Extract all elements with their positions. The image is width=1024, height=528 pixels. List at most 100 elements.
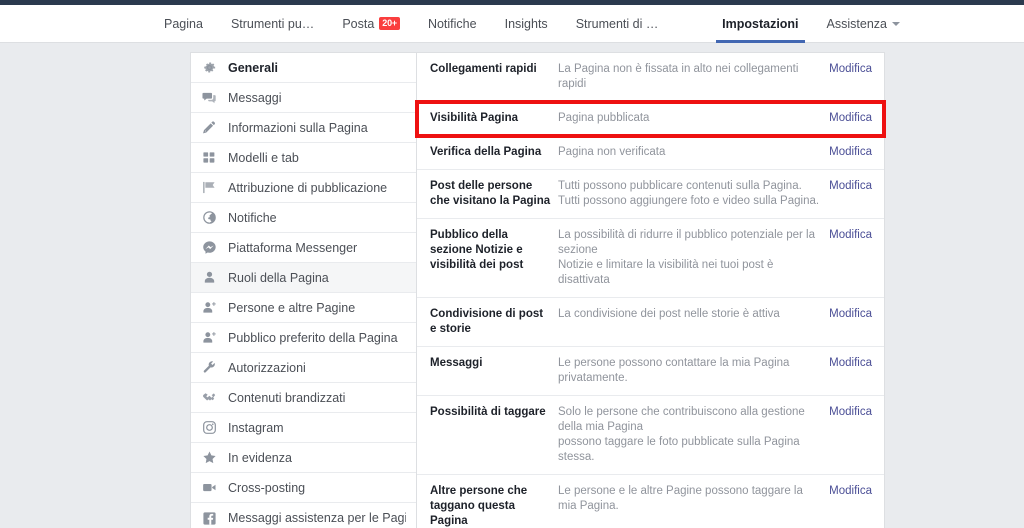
sidebar-item-label: Piattaforma Messenger — [228, 240, 358, 255]
settings-row: Visibilità Pagina Pagina pubblicata Modifi… — [417, 102, 884, 136]
nav-tab-assistenza[interactable]: Assistenza — [813, 5, 914, 42]
nav-tab-insights[interactable]: Insights — [491, 5, 562, 42]
settings-row-description: La condivisione dei post nelle storie è … — [558, 307, 829, 322]
settings-row-description-line: La condivisione dei post nelle storie è … — [558, 308, 780, 320]
sidebar-item-label: Messaggi assistenza per le Pagine — [228, 511, 406, 525]
instagram-icon — [202, 420, 217, 435]
sidebar-item-cross-posting[interactable]: Cross-posting — [191, 473, 416, 503]
messenger-icon — [202, 240, 217, 255]
settings-row-description: La possibilità di ridurre il pubblico po… — [558, 228, 829, 288]
sidebar-item-autorizzazioni[interactable]: Autorizzazioni — [191, 353, 416, 383]
settings-row: Post delle persone che visitano la Pagin… — [417, 170, 884, 219]
nav-tab-label: Strumenti pu… — [230, 16, 315, 31]
sidebar-item-generali[interactable]: Generali — [191, 53, 416, 83]
globe-icon — [202, 210, 217, 225]
settings-row-title: Verifica della Pagina — [430, 146, 542, 158]
nav-tab-notifiche[interactable]: Notifiche — [414, 5, 491, 42]
nav-tab-label: Insights — [504, 16, 548, 31]
sidebar-item-label: Autorizzazioni — [228, 360, 306, 375]
settings-row: Messaggi Le persone possono contattare la… — [417, 347, 884, 396]
nav-tab-pagina[interactable]: Pagina — [150, 5, 217, 42]
handshake-icon — [202, 390, 217, 405]
settings-row-description: Le persone possono contattare la mia Pag… — [558, 356, 829, 386]
nav-tab-label: Posta — [342, 16, 375, 31]
sidebar-item-notifiche[interactable]: Notifiche — [191, 203, 416, 233]
sidebar-item-label: In evidenza — [228, 450, 292, 465]
settings-row-description: Pagina pubblicata — [558, 111, 829, 126]
sidebar-item-pubblico-preferito-della-pagina[interactable]: Pubblico preferito della Pagina — [191, 323, 416, 353]
settings-row-title: Visibilità Pagina — [430, 112, 518, 124]
settings-row-description-line: La possibilità di ridurre il pubblico po… — [558, 229, 815, 256]
star-icon — [202, 450, 217, 465]
settings-row-title: Messaggi — [430, 357, 483, 369]
settings-row-description-line: La Pagina non è fissata in alto nei coll… — [558, 63, 799, 90]
nav-tab-label: Notifiche — [427, 16, 477, 31]
nav-tab-label: Strumenti di … — [575, 16, 659, 31]
page-body: Generali Messaggi Informazioni sulla Pagin… — [0, 43, 1024, 528]
sidebar-item-label: Notifiche — [228, 210, 277, 225]
settings-row-description: Solo le persone che contribuiscono alla … — [558, 405, 829, 465]
video-camera-icon — [202, 480, 217, 495]
flag-icon — [202, 180, 217, 195]
sidebar-item-label: Messaggi — [228, 90, 282, 105]
nav-primary-tabs: Pagina Strumenti pu… Posta 20+ Notifiche Insi… — [150, 5, 672, 42]
chat-bubbles-icon — [202, 90, 217, 105]
sidebar-item-label: Modelli e tab — [228, 150, 299, 165]
settings-row-title: Condivisione di post e storie — [430, 308, 544, 335]
edit-link[interactable]: Modifica — [829, 111, 872, 126]
settings-row-description-line: Tutti possono pubblicare contenuti sulla… — [558, 180, 802, 192]
person-add-icon — [202, 300, 217, 315]
edit-link[interactable]: Modifica — [829, 405, 872, 420]
sidebar-item-informazioni-sulla-pagina[interactable]: Informazioni sulla Pagina — [191, 113, 416, 143]
settings-row-title: Possibilità di taggare — [430, 406, 546, 418]
sidebar-item-contenuti-brandizzati[interactable]: Contenuti brandizzati — [191, 383, 416, 413]
settings-row-description-line: Pagina non verificata — [558, 146, 666, 158]
edit-link[interactable]: Modifica — [829, 356, 872, 371]
nav-tab-posta[interactable]: Posta 20+ — [328, 5, 414, 42]
nav-tab-strumenti-pu[interactable]: Strumenti pu… — [217, 5, 328, 42]
sidebar-item-instagram[interactable]: Instagram — [191, 413, 416, 443]
grid-squares-icon — [202, 150, 217, 165]
nav-tab-strumenti-di[interactable]: Strumenti di … — [562, 5, 673, 42]
settings-row-description: Tutti possono pubblicare contenuti sulla… — [558, 179, 829, 209]
sidebar-item-label: Ruoli della Pagina — [228, 270, 329, 285]
sidebar-item-label: Generali — [228, 60, 279, 75]
sidebar-item-label: Cross-posting — [228, 480, 306, 495]
pencil-icon — [202, 120, 217, 135]
facebook-icon — [202, 511, 217, 526]
settings-row-description-line: Tutti possono aggiungere foto e video su… — [558, 195, 820, 207]
sidebar-item-messaggi[interactable]: Messaggi — [191, 83, 416, 113]
edit-link[interactable]: Modifica — [829, 145, 872, 160]
sidebar-item-messaggi-assistenza-per-le-pagine[interactable]: Messaggi assistenza per le Pagine — [191, 503, 416, 528]
sidebar-item-ruoli-della-pagina[interactable]: Ruoli della Pagina — [191, 263, 416, 293]
sidebar-item-modelli-e-tab[interactable]: Modelli e tab — [191, 143, 416, 173]
sidebar-item-persone-e-altre-pagine[interactable]: Persone e altre Pagine — [191, 293, 416, 323]
settings-row: Condivisione di post e storie La condivis… — [417, 298, 884, 347]
settings-row: Verifica della Pagina Pagina non verifica… — [417, 136, 884, 170]
settings-row-description: Le persone e le altre Pagine possono tag… — [558, 484, 829, 514]
edit-link[interactable]: Modifica — [829, 307, 872, 322]
settings-row-title: Collegamenti rapidi — [430, 63, 537, 75]
sidebar-item-attribuzione-di-pubblicazione[interactable]: Attribuzione di pubblicazione — [191, 173, 416, 203]
sidebar-item-in-evidenza[interactable]: In evidenza — [191, 443, 416, 473]
edit-link[interactable]: Modifica — [829, 484, 872, 499]
settings-row-description-line: Notizie e limitare la visibilità nei tuo… — [558, 259, 774, 286]
sidebar-item-label: Informazioni sulla Pagina — [228, 120, 368, 135]
nav-secondary-tabs: Impostazioni Assistenza — [708, 5, 1024, 43]
settings-row-description-line: Le persone possono contattare la mia Pag… — [558, 357, 790, 384]
gear-icon — [202, 60, 217, 75]
settings-sidebar: Generali Messaggi Informazioni sulla Pagin… — [190, 52, 416, 528]
settings-content-card: Collegamenti rapidi La Pagina non è fissa… — [416, 52, 885, 528]
sidebar-item-label: Instagram — [228, 420, 284, 435]
person-add-icon — [202, 330, 217, 345]
sidebar-item-piattaforma-messenger[interactable]: Piattaforma Messenger — [191, 233, 416, 263]
top-navigation-bar: Pagina Strumenti pu… Posta 20+ Notifiche Insi… — [0, 5, 1024, 43]
settings-row-description-line: Le persone e le altre Pagine possono tag… — [558, 485, 803, 512]
edit-link[interactable]: Modifica — [829, 228, 872, 243]
nav-tab-impostazioni[interactable]: Impostazioni — [708, 5, 812, 43]
sidebar-item-label: Contenuti brandizzati — [228, 390, 346, 405]
edit-link[interactable]: Modifica — [829, 179, 872, 194]
settings-layout: Generali Messaggi Informazioni sulla Pagin… — [190, 52, 885, 528]
edit-link[interactable]: Modifica — [829, 62, 872, 77]
